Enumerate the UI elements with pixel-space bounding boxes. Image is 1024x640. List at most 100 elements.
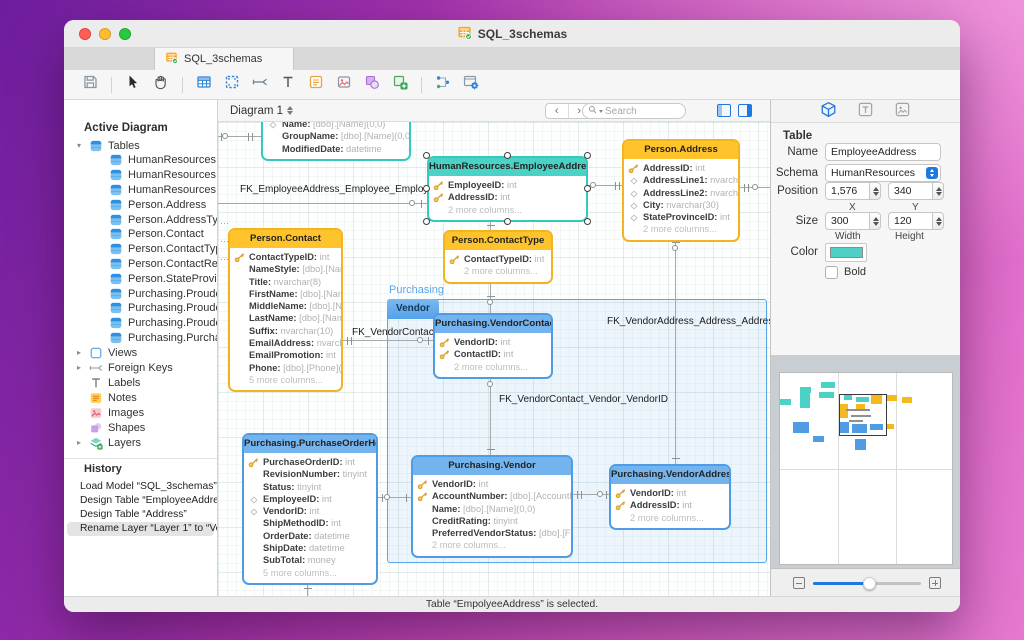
sidebar-table-item[interactable]: Person.ContactType	[64, 242, 217, 257]
history-item[interactable]: Load Model “SQL_3schemas”	[64, 480, 217, 494]
zoom-slider-track[interactable]	[813, 582, 921, 585]
sidebar-item-foreign-keys[interactable]: ▸Foreign Keys	[64, 360, 217, 375]
size-height-stepper-buttons[interactable]	[932, 212, 944, 230]
new-label-button[interactable]	[276, 74, 300, 96]
sidebar-item-tables[interactable]: ▾Tables	[64, 138, 217, 153]
tab-sql-3schemas[interactable]: SQL_3schemas	[154, 48, 294, 70]
entity-header[interactable]: Purchasing.Vendor	[413, 457, 571, 475]
entity-vendor[interactable]: Purchasing.VendorVendorID: intAccountNum…	[411, 455, 573, 558]
sidebar-table-item[interactable]: Person.ContactRegion	[64, 257, 217, 272]
chevron-right-icon[interactable]: ▸	[77, 363, 85, 372]
search-input[interactable]	[605, 106, 675, 117]
cube-tab-icon[interactable]	[820, 101, 837, 121]
sidebar-table-item[interactable]: HumanResources.Emplo...	[64, 183, 217, 198]
entity-field[interactable]: NameStyle: [dbo].[NameSt...	[230, 263, 341, 275]
relationship-line[interactable]	[218, 203, 427, 204]
entity-field[interactable]: GroupName: [dbo].[Name](0,0)	[263, 130, 409, 142]
canvas-search[interactable]	[582, 103, 686, 119]
entity-field[interactable]: LastName: [dbo].[Name](0...	[230, 312, 341, 324]
fk-relationship-label[interactable]: FK_EmployeeAddress_Employee_EmployeeID	[240, 184, 450, 195]
entity-top-partial-table[interactable]: Name: [dbo].[Name](0,0)GroupName: [dbo].…	[261, 122, 411, 161]
sidebar-table-item[interactable]: Person.StateProvince	[64, 271, 217, 286]
sidebar-table-item[interactable]: HumanResources.Emplo...	[64, 168, 217, 183]
entity-field[interactable]: ShipDate: datetime	[244, 542, 376, 554]
entity-field[interactable]: AddressID: int	[624, 162, 738, 174]
auto-layout-button[interactable]	[431, 74, 455, 96]
history-item[interactable]: Rename Layer “Layer 1” to “Vendor”	[67, 522, 214, 536]
entity-field[interactable]: Name: [dbo].[Name](0,0)	[263, 122, 409, 130]
entity-field[interactable]: VendorID: int	[435, 336, 551, 348]
save-button[interactable]	[78, 74, 102, 96]
zoom-slider-thumb[interactable]	[863, 577, 876, 590]
fk-relationship-label[interactable]: FK_VendorContact	[352, 327, 437, 338]
new-table-button[interactable]	[192, 74, 216, 96]
table-name-input[interactable]	[825, 143, 941, 161]
new-note-button[interactable]	[304, 74, 328, 96]
entity-field[interactable]: EmployeeID: int	[244, 493, 376, 505]
fk-relationship-label[interactable]: FK_VendorAddress_Address_AddressID	[607, 316, 770, 327]
sidebar-item-labels[interactable]: Labels	[64, 375, 217, 390]
entity-vendor-contact[interactable]: Purchasing.VendorContactVendorID: intCon…	[433, 313, 553, 379]
history-item[interactable]: Design Table “EmployeeAddress”	[64, 494, 217, 508]
selection-handle[interactable]	[584, 218, 591, 225]
entity-field[interactable]: ShipMethodID: int	[244, 517, 376, 529]
zoom-in-button[interactable]	[929, 577, 941, 589]
size-width-input[interactable]	[825, 212, 869, 230]
diagram-canvas[interactable]: PurchasingVendor⋯⋯⋯FK_EmployeeAddress_Em…	[218, 122, 770, 596]
diagram-overview-minimap[interactable]	[779, 372, 953, 565]
entity-field[interactable]: StateProvinceID: int	[624, 211, 738, 223]
entity-purchase-order-header[interactable]: Purchasing.PurchaseOrderHeader PurchaseOr…	[242, 433, 378, 585]
entity-field[interactable]: Status: tinyint	[244, 481, 376, 493]
hand-button[interactable]	[149, 74, 173, 96]
entity-field[interactable]: AddressLine2: nvarchar(...	[624, 187, 738, 199]
entity-header[interactable]: HumanResources.EmployeeAddress	[429, 158, 586, 176]
layer-tab-label[interactable]: Vendor	[387, 299, 439, 319]
chevron-right-icon[interactable]: ▸	[77, 348, 85, 357]
sidebar-item-notes[interactable]: Notes	[64, 390, 217, 405]
entity-field[interactable]: EmailPromotion: int	[230, 349, 341, 361]
entity-field[interactable]: PreferredVendorStatus: [dbo].[Flag](0,0)	[413, 527, 571, 539]
sidebar-table-item[interactable]: Person.AddressType	[64, 212, 217, 227]
selection-handle[interactable]	[423, 152, 430, 159]
entity-field[interactable]: VendorID: int	[611, 487, 729, 499]
entity-person-contacttype[interactable]: Person.ContactTypeContactTypeID: int2 mo…	[443, 230, 553, 284]
entity-field[interactable]: CreditRating: tinyint	[413, 515, 571, 527]
entity-field[interactable]: Name: [dbo].[Name](0,0)	[413, 503, 571, 515]
pointer-button[interactable]	[121, 74, 145, 96]
entity-field[interactable]: PurchaseOrderID: int	[244, 456, 376, 468]
entity-field[interactable]: MiddleName: [dbo].[Name]...	[230, 300, 341, 312]
bold-checkbox[interactable]	[825, 266, 838, 279]
entity-field[interactable]: AddressID: int	[429, 191, 586, 203]
zoom-out-button[interactable]	[793, 577, 805, 589]
entity-field[interactable]: FirstName: [dbo].[Name](0...	[230, 288, 341, 300]
selection-handle[interactable]	[584, 152, 591, 159]
entity-field[interactable]: OrderDate: datetime	[244, 530, 376, 542]
nav-back-button[interactable]: ‹	[546, 104, 569, 118]
entity-field[interactable]: VendorID: int	[413, 478, 571, 490]
toggle-left-panel-icon[interactable]	[717, 104, 731, 117]
selection-handle[interactable]	[423, 218, 430, 225]
entity-field[interactable]: ContactTypeID: int	[445, 253, 551, 265]
text-frame-tab-icon[interactable]	[857, 101, 874, 121]
sidebar-item-images[interactable]: Images	[64, 405, 217, 420]
entity-header[interactable]: Person.Address	[624, 141, 738, 159]
entity-field[interactable]: ModifiedDate: datetime	[263, 143, 409, 155]
entity-field[interactable]: Suffix: nvarchar(10)	[230, 325, 341, 337]
diagram-selector[interactable]: Diagram 1	[230, 105, 293, 117]
sidebar-item-views[interactable]: ▸Views	[64, 345, 217, 360]
entity-header[interactable]: Purchasing.PurchaseOrderHeader	[244, 435, 376, 453]
entity-header[interactable]: Person.ContactType	[445, 232, 551, 250]
sidebar-table-item[interactable]: HumanResources.Depar...	[64, 153, 217, 168]
entity-field[interactable]: VendorID: int	[244, 505, 376, 517]
entity-field[interactable]: Title: nvarchar(8)	[230, 276, 341, 288]
sidebar-item-layers[interactable]: ▸Layers	[64, 435, 217, 450]
sidebar-table-item[interactable]: Purchasing.ProudctVen...	[64, 316, 217, 331]
sidebar-table-item[interactable]: Purchasing.Purchasing...	[64, 331, 217, 346]
entity-field[interactable]: EmployeeID: int	[429, 179, 586, 191]
relationship-line[interactable]	[573, 494, 609, 495]
entity-field[interactable]: AddressID: int	[611, 499, 729, 511]
entity-field[interactable]: City: nvarchar(30)	[624, 199, 738, 211]
entity-header[interactable]: Purchasing.VendorContact	[435, 315, 551, 333]
fk-relationship-label[interactable]: FK_VendorContact_Vendor_VendorID	[499, 394, 668, 405]
schema-select[interactable]: HumanResources	[825, 164, 941, 182]
